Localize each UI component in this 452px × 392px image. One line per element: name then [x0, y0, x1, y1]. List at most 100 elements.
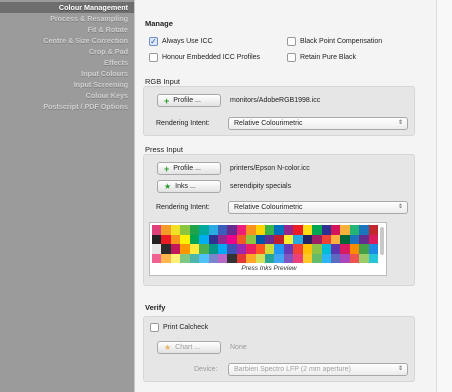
sidebar-item-process-resampling[interactable]: Process & Resampling — [0, 13, 134, 24]
chart-button[interactable]: ★ Chart ... — [157, 341, 221, 354]
ink-swatch — [236, 225, 247, 235]
retain-pure-black-checkbox[interactable]: Retain Pure Black — [287, 53, 356, 62]
ink-swatch — [208, 225, 218, 235]
verify-section-title: Verify — [145, 303, 166, 312]
sidebar-item-centre-size-correction[interactable]: Centre & Size Correction — [0, 35, 134, 46]
ink-swatch — [189, 253, 200, 263]
ink-swatch — [180, 244, 190, 254]
ink-swatch — [180, 234, 190, 244]
device-select[interactable]: Barbieri Spectro LFP (2 mm aperture) ⇕ — [228, 363, 408, 376]
always-use-icc-checkbox[interactable]: ✓ Always Use ICC — [149, 37, 213, 46]
rgb-profile-button[interactable]: + Profile ... — [157, 94, 221, 107]
ink-swatch — [265, 225, 275, 235]
ink-swatch — [359, 253, 369, 263]
ink-swatch — [199, 244, 209, 254]
ink-swatch — [161, 225, 171, 235]
ink-swatch — [312, 253, 322, 263]
ink-swatch — [330, 234, 341, 244]
press-profile-value: printers/Epson N-color.icc — [230, 165, 310, 172]
press-input-section-title: Press Input — [145, 145, 183, 154]
ink-swatch — [161, 253, 171, 263]
ink-swatch — [283, 253, 294, 263]
ink-swatch — [359, 234, 369, 244]
ink-swatch — [312, 244, 322, 254]
ink-swatch — [349, 234, 360, 244]
ink-swatch — [302, 234, 313, 244]
updown-arrows-icon: ⇕ — [397, 120, 403, 126]
honour-embedded-icc-checkbox[interactable]: Honour Embedded ICC Profiles — [149, 53, 260, 62]
ink-swatch — [246, 225, 256, 235]
updown-arrows-icon: ⇕ — [397, 204, 403, 210]
ink-swatch — [330, 244, 341, 254]
ink-swatch — [199, 225, 209, 235]
press-profile-button[interactable]: + Profile ... — [157, 162, 221, 175]
preview-scrollbar[interactable] — [380, 227, 384, 255]
ink-swatch — [180, 225, 190, 235]
sidebar-item-effects[interactable]: Effects — [0, 57, 134, 68]
sidebar-item-input-screening[interactable]: Input Screening — [0, 79, 134, 90]
sidebar-item-input-colours[interactable]: Input Colours — [0, 68, 134, 79]
ink-swatch — [274, 234, 284, 244]
checkbox-box — [149, 53, 158, 62]
ink-swatch — [349, 244, 360, 254]
sidebar-item-colour-keys[interactable]: Colour Keys — [0, 90, 134, 101]
ink-swatch — [293, 253, 303, 263]
ink-swatch — [359, 244, 369, 254]
ink-swatch — [265, 253, 275, 263]
rgb-profile-value: monitors/AdobeRGB1998.icc — [230, 97, 321, 104]
ink-swatch — [152, 253, 162, 263]
ink-swatch — [368, 253, 378, 263]
press-rendering-intent-select[interactable]: Relative Colourimetric ⇕ — [228, 201, 408, 214]
sidebar-item-postscript-pdf-options[interactable]: Postscript / PDF Options — [0, 101, 134, 112]
print-calcheck-checkbox[interactable]: Print Calcheck — [150, 323, 208, 332]
sidebar-item-fit-rotate[interactable]: Fit & Rotate — [0, 24, 134, 35]
ink-swatch — [293, 234, 303, 244]
ink-swatch — [340, 225, 350, 235]
window-scrollbar[interactable] — [436, 0, 452, 392]
sidebar-item-crop-pad[interactable]: Crop & Pad — [0, 46, 134, 57]
ink-swatch — [330, 253, 341, 263]
ink-swatch — [170, 244, 181, 254]
ink-swatch — [170, 253, 181, 263]
checkbox-box — [150, 323, 159, 332]
press-inks-preview-caption: Press Inks Preview — [241, 265, 297, 272]
ink-swatch — [293, 244, 303, 254]
ink-swatch — [255, 225, 265, 235]
ink-swatch — [283, 234, 294, 244]
ink-swatch — [208, 253, 218, 263]
ink-swatch — [152, 234, 162, 244]
sidebar-item-colour-management[interactable]: Colour Management — [0, 2, 134, 13]
ink-swatch — [208, 234, 218, 244]
chart-button-label: Chart ... — [175, 344, 201, 351]
ink-swatch — [227, 244, 237, 254]
black-point-compensation-label: Black Point Compensation — [300, 38, 383, 45]
ink-swatch — [199, 234, 209, 244]
press-rendering-intent-label: Rendering Intent: — [156, 204, 210, 211]
rgb-rendering-intent-select[interactable]: Relative Colourimetric ⇕ — [228, 117, 408, 130]
honour-embedded-icc-label: Honour Embedded ICC Profiles — [162, 54, 261, 61]
print-calcheck-label: Print Calcheck — [163, 324, 209, 331]
ink-swatch — [302, 244, 313, 254]
ink-swatch — [274, 253, 284, 263]
ink-swatch — [217, 225, 228, 235]
rgb-rendering-intent-label: Rendering Intent: — [156, 120, 210, 127]
plus-icon: + — [164, 95, 170, 106]
ink-swatch — [217, 253, 228, 263]
ink-swatch — [302, 225, 313, 235]
ink-swatch — [349, 225, 360, 235]
ink-swatch — [283, 225, 294, 235]
chart-value: None — [230, 344, 247, 351]
ink-swatch — [340, 244, 350, 254]
black-point-compensation-checkbox[interactable]: Black Point Compensation — [287, 37, 382, 46]
ink-swatch — [180, 253, 190, 263]
ink-swatch — [321, 244, 331, 254]
ink-swatch — [189, 225, 200, 235]
ink-swatch — [274, 225, 284, 235]
ink-swatch — [312, 225, 322, 235]
inks-button[interactable]: ★ Inks ... — [157, 180, 221, 193]
retain-pure-black-label: Retain Pure Black — [300, 54, 357, 61]
updown-arrows-icon: ⇕ — [397, 366, 403, 372]
ink-swatch — [208, 244, 218, 254]
ink-swatch — [227, 234, 237, 244]
ink-swatch — [217, 234, 228, 244]
